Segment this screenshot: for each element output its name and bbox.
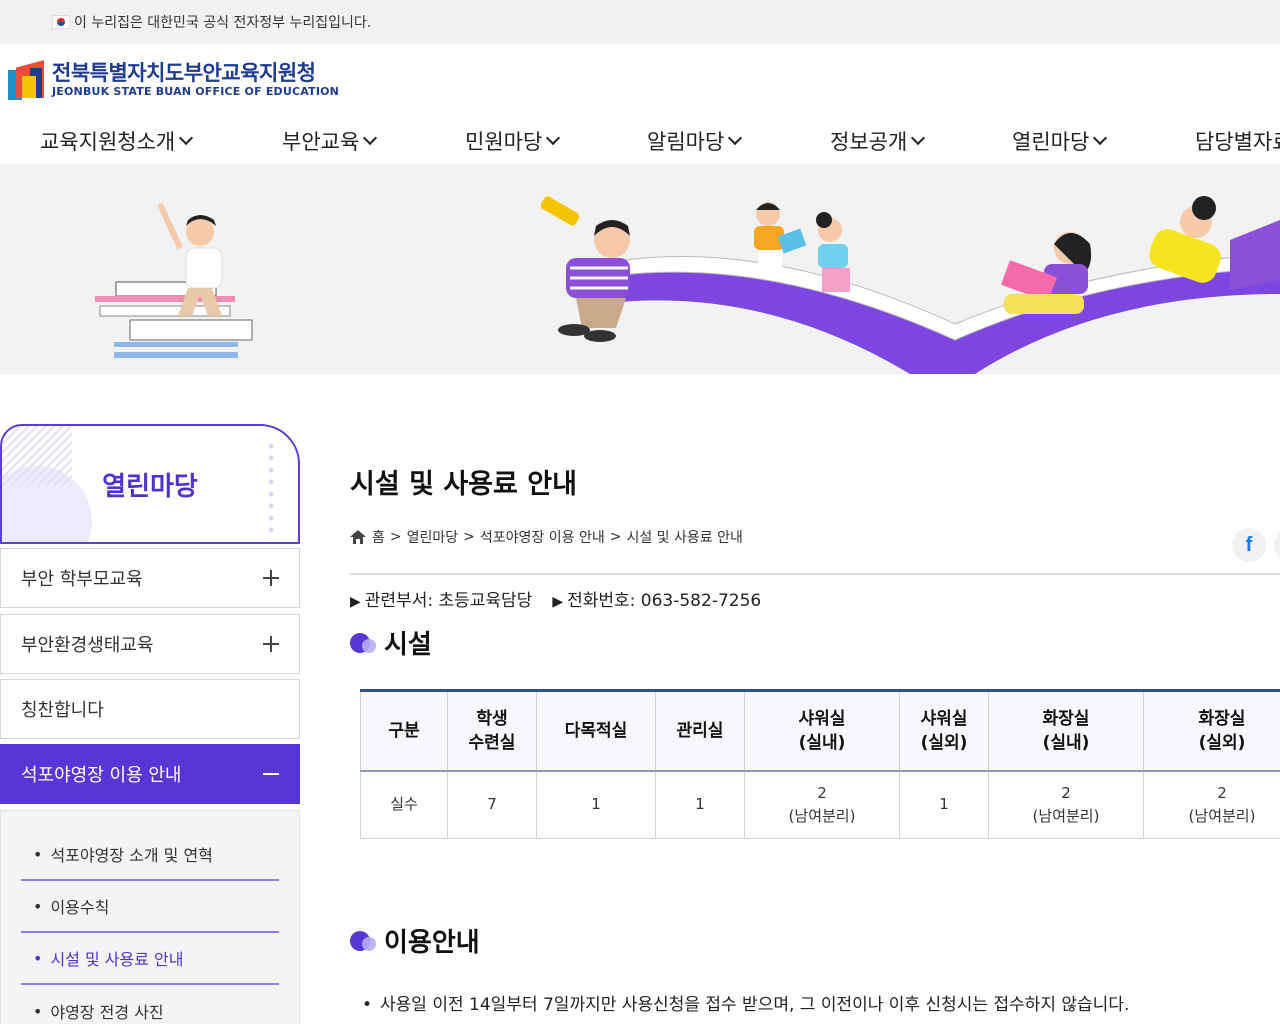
table-header-cell: 구분 bbox=[360, 690, 448, 772]
side-item-label: 석포야영장 이용 안내 bbox=[21, 765, 182, 786]
facility-table: 구분 학생 수련실 다목적실 관리실 샤워실 (실내) 샤워실 (실외) 화장실… bbox=[360, 689, 1280, 839]
section-title-text: 이용안내 bbox=[384, 928, 480, 958]
breadcrumb-separator: > bbox=[609, 529, 622, 545]
side-item-eco-education[interactable]: 부안환경생태교육 bbox=[0, 614, 300, 674]
table-header-cell: 샤워실 (실내) bbox=[744, 690, 900, 772]
side-item-praise[interactable]: 칭찬합니다 bbox=[0, 679, 300, 739]
usage-notice: 사용일 이전 14일부터 7일까지만 사용신청을 접수 받으며, 그 이전이나 … bbox=[362, 990, 1129, 1015]
submenu-item-rules[interactable]: 이용수칙 bbox=[21, 881, 279, 933]
triangle-right-icon: ▶ bbox=[552, 594, 564, 610]
nav-label: 교육지원청소개 bbox=[40, 130, 176, 154]
chevron-down-icon bbox=[363, 130, 378, 146]
table-header-cell: 화장실 (실내) bbox=[988, 690, 1144, 772]
nav-label: 부안교육 bbox=[282, 130, 360, 154]
share-button[interactable] bbox=[1274, 528, 1280, 562]
phone-text: 전화번호: 063-582-7256 bbox=[567, 591, 762, 611]
chevron-down-icon bbox=[546, 130, 561, 146]
triangle-right-icon: ▶ bbox=[350, 594, 361, 610]
gov-notice-text: 이 누리집은 대한민국 공식 전자정부 누리집입니다. bbox=[74, 15, 372, 31]
nav-item-civil[interactable]: 민원마당 bbox=[465, 126, 561, 156]
logo-emblem-icon bbox=[8, 58, 48, 100]
main-navigation: 교육지원청소개 부안교육 민원마당 알림마당 정보공개 열린마당 담당별자료 bbox=[0, 126, 1280, 164]
table-cell: 2 (남여분리) bbox=[1143, 770, 1280, 839]
side-item-label: 부안 학부모교육 bbox=[21, 569, 143, 590]
nav-item-buan-education[interactable]: 부안교육 bbox=[282, 126, 378, 156]
table-header-cell: 화장실 (실외) bbox=[1143, 690, 1280, 772]
section-bullet-icon bbox=[350, 631, 378, 655]
breadcrumb-separator: > bbox=[389, 529, 402, 545]
section-title-facility: 시설 bbox=[350, 624, 432, 661]
submenu-item-photos[interactable]: 야영장 전경 사진 bbox=[21, 986, 279, 1024]
banner-illustration bbox=[0, 164, 1280, 374]
side-item-label: 칭찬합니다 bbox=[21, 700, 104, 721]
side-nav-title-box: 열린마당 bbox=[0, 424, 300, 544]
breadcrumb: 홈 > 열린마당 > 석포야영장 이용 안내 > 시설 및 사용료 안내 bbox=[350, 527, 743, 547]
chevron-down-icon bbox=[179, 130, 194, 146]
table-header-cell: 관리실 bbox=[655, 690, 745, 772]
breadcrumb-separator: > bbox=[463, 529, 475, 545]
korea-flag-icon bbox=[52, 15, 70, 29]
nav-item-notice[interactable]: 알림마당 bbox=[647, 126, 743, 156]
chevron-down-icon bbox=[1093, 130, 1108, 146]
banner-books-kids-image bbox=[95, 196, 1280, 374]
table-cell: 2 (남여분리) bbox=[744, 770, 900, 839]
nav-label: 열린마당 bbox=[1012, 130, 1090, 154]
breadcrumb-home[interactable]: 홈 bbox=[372, 527, 385, 547]
breadcrumb-current: 시설 및 사용료 안내 bbox=[626, 530, 743, 546]
nav-label: 민원마당 bbox=[465, 130, 543, 154]
chevron-down-icon bbox=[911, 130, 926, 146]
plus-icon bbox=[263, 636, 279, 652]
page-title: 시설 및 사용료 안내 bbox=[350, 469, 577, 500]
department-text: 관련부서: 초등교육담당 bbox=[364, 591, 533, 611]
table-cell: 1 bbox=[655, 770, 745, 839]
section-title-text: 시설 bbox=[384, 630, 432, 660]
nav-item-open[interactable]: 열린마당 bbox=[1012, 126, 1108, 156]
page: 이 누리집은 대한민국 공식 전자정부 누리집입니다. 전북특별자치도부안교육지… bbox=[0, 0, 1280, 1024]
department-info: ▶ 관련부서: 초등교육담당 ▶ 전화번호: 063-582-7256 bbox=[350, 586, 761, 611]
breadcrumb-open[interactable]: 열린마당 bbox=[407, 527, 459, 547]
table-header-cell: 샤워실 (실외) bbox=[899, 690, 989, 772]
facebook-icon: f bbox=[1245, 533, 1253, 556]
side-item-label: 부안환경생태교육 bbox=[21, 635, 154, 656]
facebook-share-button[interactable]: f bbox=[1232, 528, 1266, 562]
section-title-usage: 이용안내 bbox=[350, 922, 480, 959]
nav-label: 정보공개 bbox=[830, 130, 908, 154]
nav-item-info[interactable]: 정보공개 bbox=[830, 126, 926, 156]
submenu-item-intro-history[interactable]: 석포야영장 소개 및 연혁 bbox=[21, 829, 279, 881]
table-cell: 1 bbox=[536, 770, 656, 839]
nav-item-dept-data[interactable]: 담당별자료 bbox=[1195, 126, 1280, 156]
chevron-down-icon bbox=[728, 130, 743, 146]
side-item-parent-education[interactable]: 부안 학부모교육 bbox=[0, 548, 300, 608]
gov-notice-bar: 이 누리집은 대한민국 공식 전자정부 누리집입니다. bbox=[0, 0, 1280, 44]
nav-label: 담당별자료 bbox=[1195, 130, 1280, 154]
table-cell: 1 bbox=[899, 770, 989, 839]
logo-name-en: JEONBUK STATE BUAN OFFICE OF EDUCATION bbox=[52, 84, 340, 98]
plus-icon bbox=[263, 570, 279, 586]
table-cell: 2 (남여분리) bbox=[988, 770, 1144, 839]
table-header-row: 구분 학생 수련실 다목적실 관리실 샤워실 (실내) 샤워실 (실외) 화장실… bbox=[360, 690, 1280, 772]
section-bullet-icon bbox=[350, 929, 378, 953]
site-logo[interactable]: 전북특별자치도부안교육지원청 JEONBUK STATE BUAN OFFICE… bbox=[8, 58, 339, 100]
logo-name-ko: 전북특별자치도부안교육지원청 bbox=[52, 60, 316, 85]
side-item-campground[interactable]: 석포야영장 이용 안내 bbox=[0, 744, 300, 804]
minus-icon bbox=[263, 773, 279, 775]
table-cell: 7 bbox=[447, 770, 537, 839]
side-nav-title: 열린마당 bbox=[102, 471, 198, 502]
table-header-cell: 다목적실 bbox=[536, 690, 656, 772]
nav-label: 알림마당 bbox=[647, 130, 725, 154]
submenu-item-facility-fee[interactable]: 시설 및 사용료 안내 bbox=[21, 933, 279, 985]
nav-item-intro[interactable]: 교육지원청소개 bbox=[40, 126, 194, 156]
side-submenu: 석포야영장 소개 및 연혁 이용수칙 시설 및 사용료 안내 야영장 전경 사진 bbox=[0, 810, 300, 1024]
table-row: 실수 7 1 1 2 (남여분리) 1 2 (남여분리) 2 (남여분리) bbox=[360, 770, 1280, 839]
table-cell: 실수 bbox=[360, 770, 448, 839]
home-icon bbox=[350, 530, 366, 544]
table-header-cell: 학생 수련실 bbox=[447, 690, 537, 772]
title-divider bbox=[350, 573, 1280, 575]
breadcrumb-campground[interactable]: 석포야영장 이용 안내 bbox=[480, 527, 605, 547]
